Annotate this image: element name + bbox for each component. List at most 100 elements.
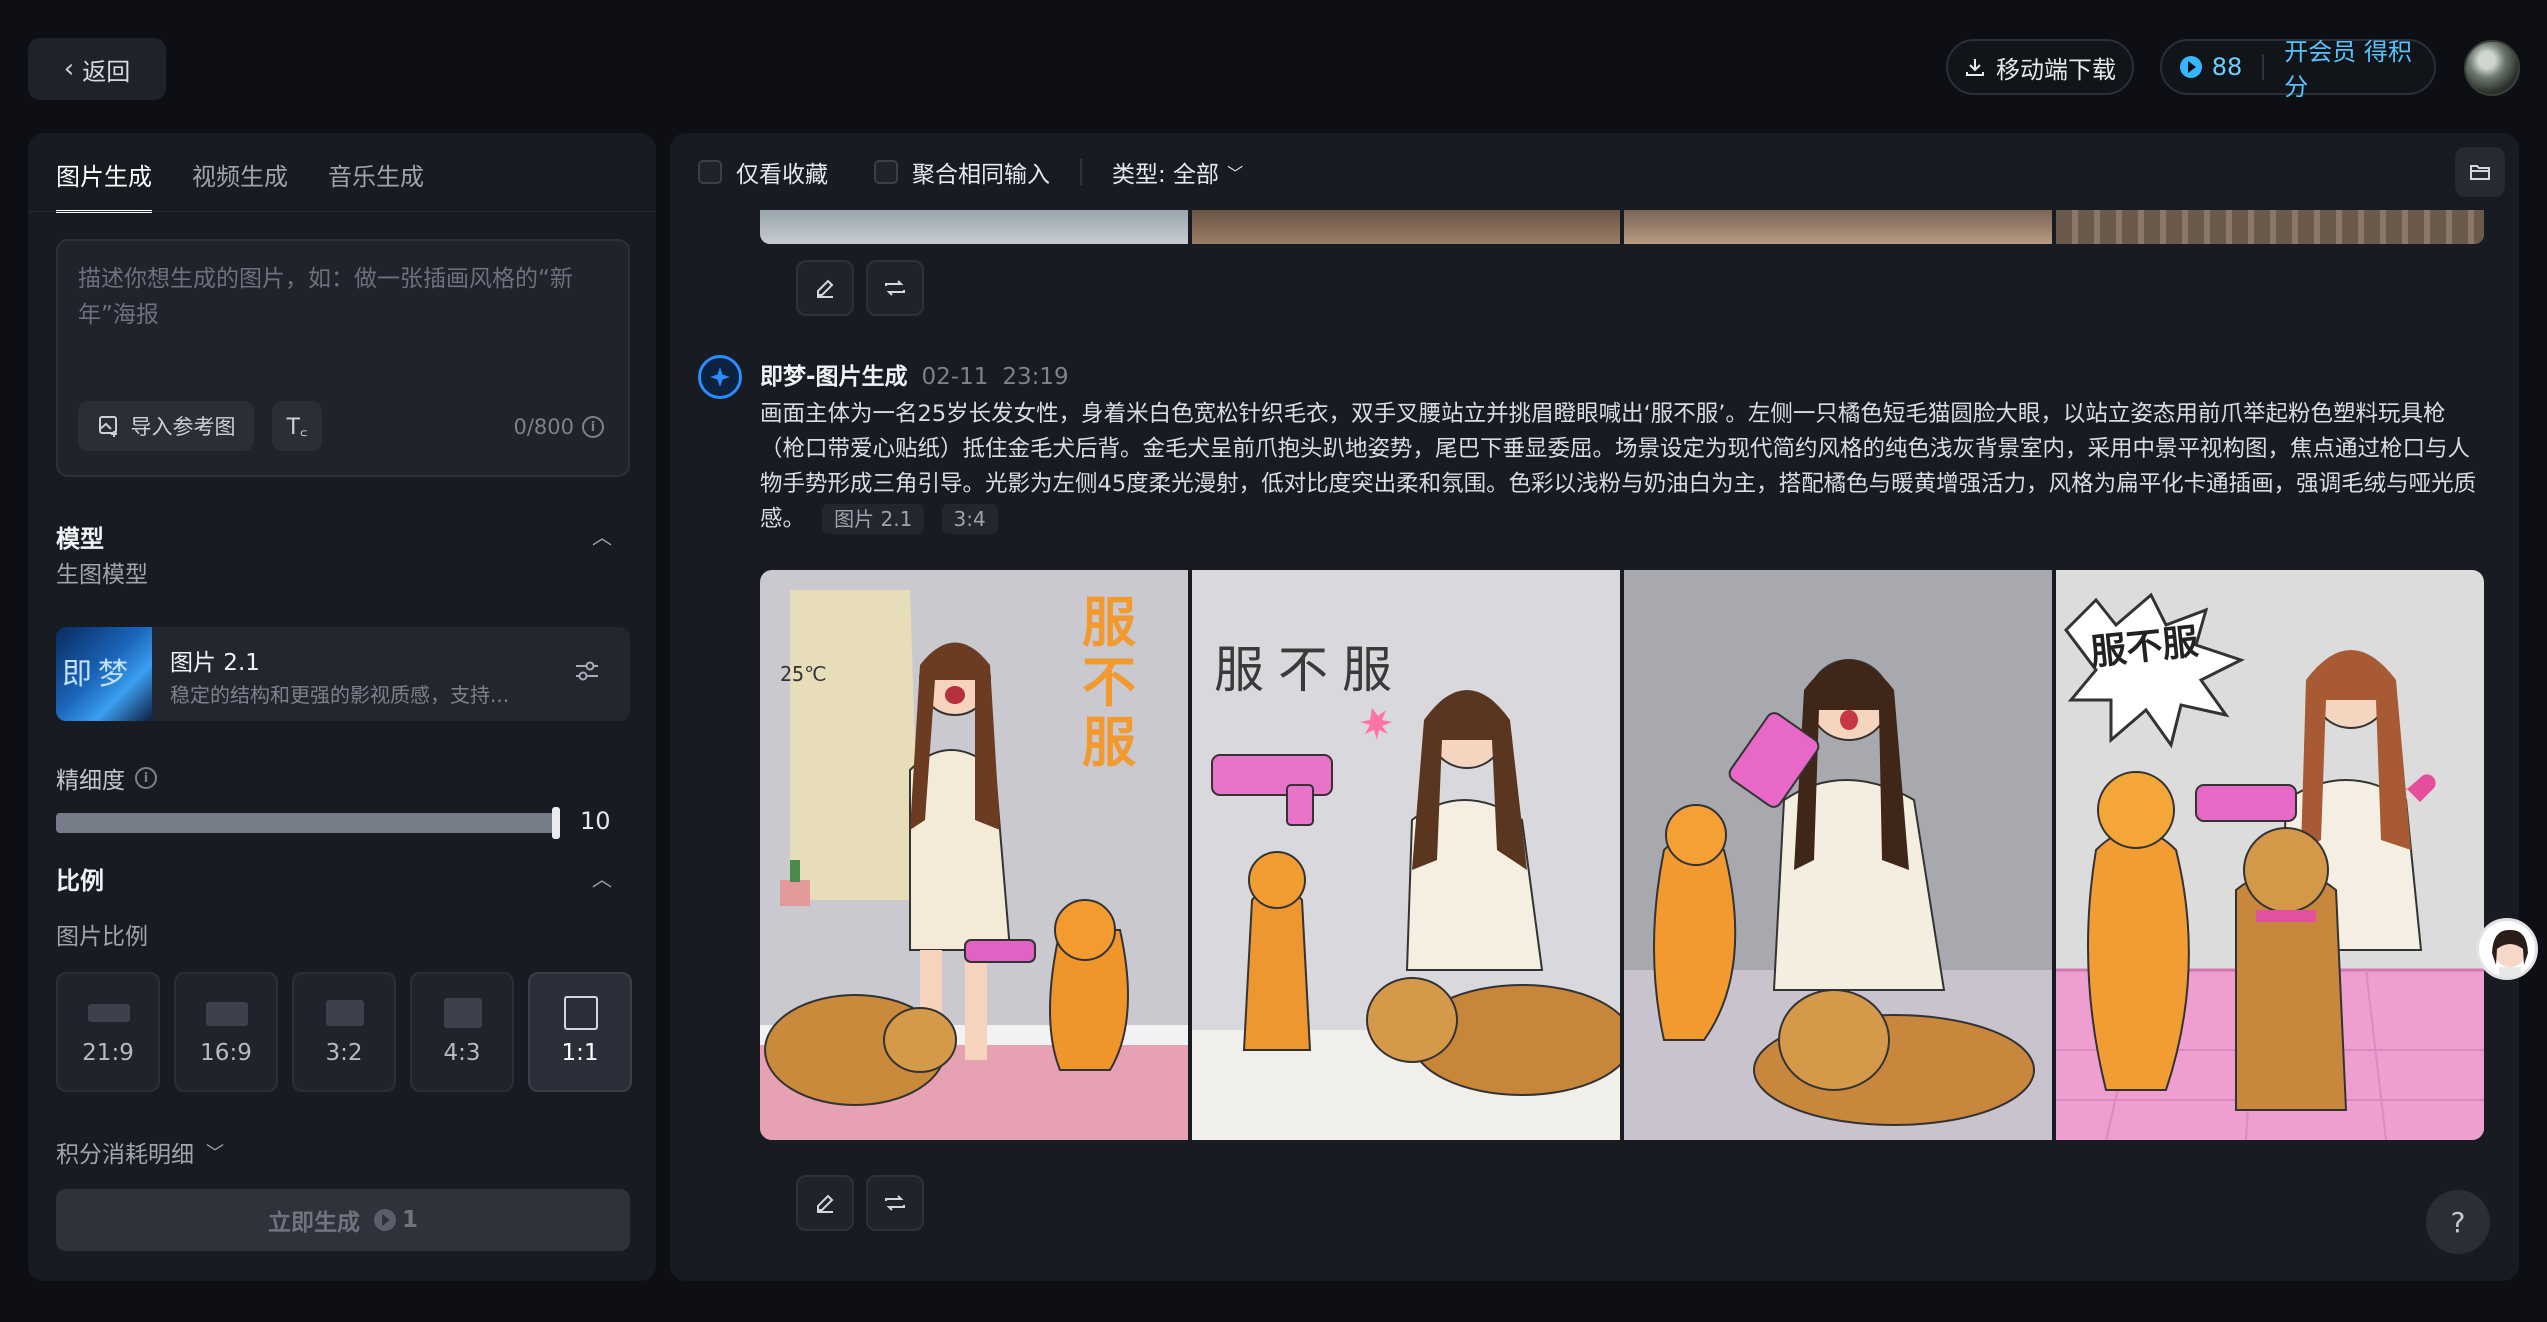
info-icon[interactable]: i [582,416,604,438]
user-avatar[interactable] [2464,40,2520,96]
char-count-value: 0/800 [513,415,574,439]
points-value: 88 [2211,53,2243,81]
ratio-shape [564,996,598,1030]
regenerate-button[interactable] [866,260,924,316]
ratio-option-21-9[interactable]: 21:9 [56,972,160,1092]
ratio-label: 4:3 [443,1040,481,1066]
result-image-2[interactable]: 服不服 [1192,570,1620,1140]
record-prompt: 画面主体为一名25岁长发女性，身着米白色宽松针织毛衣，双手叉腰站立并挑眉瞪眼喊出… [760,397,2486,537]
regenerate-button[interactable] [866,1175,924,1231]
ratio-section-title: 比例 [56,867,104,895]
result-image-grid: 服不服 25℃ 服不服 服不服 [760,570,2484,1140]
info-icon[interactable]: i [135,767,157,789]
membership-link[interactable]: 开会员 得积分 [2284,32,2434,102]
divider [28,211,656,212]
record-time: 23:19 [1002,364,1069,390]
favorites-checkbox[interactable] [698,160,722,184]
tag-ratio: 3:4 [941,504,998,534]
fineness-slider-handle[interactable] [552,807,560,839]
ratio-option-1-1[interactable]: 1:1 [528,972,632,1092]
image-import-icon [98,416,117,437]
model-name: 图片 2.1 [170,650,260,676]
fineness-slider[interactable] [56,813,556,833]
fineness-value: 10 [580,807,611,835]
char-count: 0/800 i [513,415,604,439]
record-meta: 即梦-图片生成 02-11 23:19 [760,357,1069,391]
chevron-up-icon[interactable]: ︿ [592,863,612,892]
chevron-down-icon[interactable]: ﹀ [1227,160,1243,184]
previous-image[interactable] [1624,210,2052,244]
model-section-title: 模型 [56,525,104,553]
model-thumbnail: 即梦 [56,627,152,721]
settings-sliders-icon[interactable] [574,659,600,689]
mobile-download-label: 移动端下载 [1996,55,2116,84]
cost-detail-toggle[interactable]: 积分消耗明细 ﹀ [56,1135,224,1169]
tab-image-generation[interactable]: 图片生成 [56,157,152,213]
coin-icon [2180,56,2202,78]
divider [2262,54,2265,80]
ratio-shape [88,1004,130,1022]
result-image-4[interactable]: 服不服 [2056,570,2484,1140]
ratio-label: 1:1 [561,1040,599,1066]
generation-tabs: 图片生成 视频生成 音乐生成 [56,157,424,213]
ratio-label: 3:2 [325,1040,363,1066]
bot-avatar [698,355,742,399]
ratio-shape [326,1000,364,1026]
help-icon: ? [2450,1205,2466,1239]
back-button[interactable]: ‹ 返回 [28,38,166,100]
illustration [1624,659,2052,1140]
import-reference-button[interactable]: 导入参考图 [78,401,254,451]
previous-result-strip[interactable] [760,210,2484,244]
merge-checkbox[interactable] [874,160,898,184]
record-date: 02-11 [921,364,989,390]
text-format-button[interactable]: T꜀ [272,401,322,451]
previous-image[interactable] [760,210,1188,244]
chevron-up-icon[interactable]: ︿ [592,521,612,550]
image-1-title: 服不服 [1082,590,1136,774]
ratio-option-16-9[interactable]: 16:9 [174,972,278,1092]
filter-bar: 仅看收藏 聚合相同输入 类型: 全部 ﹀ [698,155,1243,189]
ratio-label: 21:9 [82,1040,134,1066]
coin-icon [373,1209,396,1231]
model-thumb-text: 即梦 [62,657,134,692]
prompt-input[interactable] [78,261,608,371]
edit-button[interactable] [796,1175,854,1231]
ratio-shape [444,998,482,1028]
generate-label: 立即生成 [267,1210,360,1236]
generate-button[interactable]: 立即生成 1 [56,1189,630,1251]
type-filter-dropdown[interactable]: 类型: 全部 [1112,155,1219,189]
ratio-option-4-3[interactable]: 4:3 [410,972,514,1092]
download-icon [1966,59,1984,76]
assistant-avatar[interactable] [2476,918,2538,980]
tab-video-generation[interactable]: 视频生成 [192,157,288,213]
previous-image[interactable] [1192,210,1620,244]
edit-icon [817,279,834,298]
tab-music-generation[interactable]: 音乐生成 [328,157,424,213]
record-author: 即梦-图片生成 [760,364,908,390]
tag-model: 图片 2.1 [822,504,925,534]
image-1-temperature: 25℃ [780,662,827,686]
merge-filter-label[interactable]: 聚合相同输入 [912,155,1050,189]
folder-button[interactable] [2455,147,2505,197]
favorites-filter-label[interactable]: 仅看收藏 [736,155,828,189]
fineness-label-row: 精细度 i [56,761,157,795]
right-panel: 仅看收藏 聚合相同输入 类型: 全部 ﹀ 即梦-图片生成 02-11 23:19… [670,133,2519,1281]
previous-image[interactable] [2056,210,2484,244]
generate-cost: 1 [401,1207,418,1233]
edit-button[interactable] [796,260,854,316]
fineness-label: 精细度 [56,768,125,794]
prompt-box: 导入参考图 T꜀ 0/800 i [56,239,630,477]
regenerate-icon [885,280,905,296]
model-card[interactable]: 即梦 图片 2.1 稳定的结构和更强的影视质感，支持... [56,627,630,721]
model-sub-label: 生图模型 [56,562,148,588]
folder-icon [2470,165,2490,180]
ratio-option-3-2[interactable]: 3:2 [292,972,396,1092]
divider [1080,159,1082,185]
help-button[interactable]: ? [2426,1190,2490,1254]
text-format-icon: T꜀ [286,415,308,440]
mobile-download-button[interactable]: 移动端下载 [1946,39,2134,95]
result-image-1[interactable]: 服不服 25℃ [760,570,1188,1140]
points-pill[interactable]: 88 开会员 得积分 [2160,38,2436,101]
back-label: 返回 [82,57,131,86]
result-image-3[interactable] [1624,570,2052,1140]
